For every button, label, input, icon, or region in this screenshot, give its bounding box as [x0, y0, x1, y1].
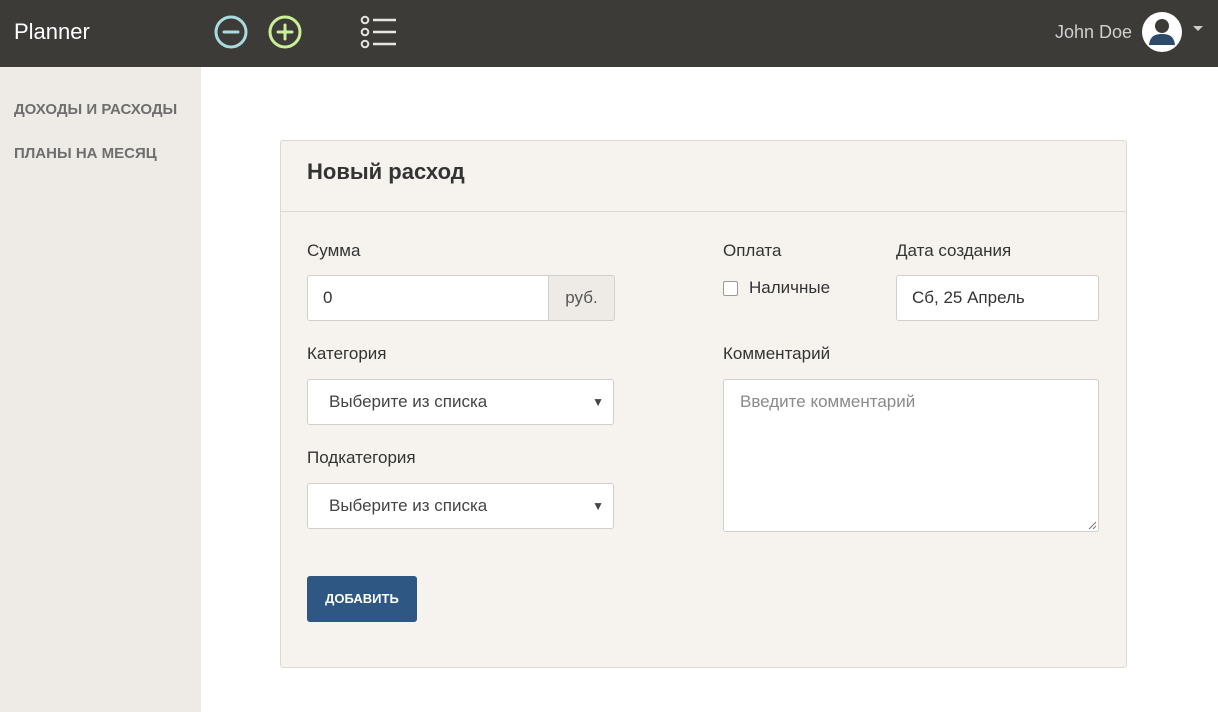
avatar[interactable] — [1142, 12, 1182, 52]
payment-label: Оплата — [723, 241, 782, 260]
chevron-down-icon[interactable] — [1192, 25, 1204, 33]
list-icon[interactable] — [360, 15, 398, 49]
sidebar: ДОХОДЫ И РАСХОДЫ ПЛАНЫ НА МЕСЯЦ — [0, 67, 201, 712]
subcategory-label: Подкатегория — [307, 448, 416, 467]
comment-label: Комментарий — [723, 344, 831, 363]
dropdown-arrow-icon: ▼ — [592, 499, 604, 513]
category-select[interactable]: Выберите из списка ▼ — [307, 379, 614, 425]
user-icon — [1149, 19, 1175, 45]
subcategory-select-value: Выберите из списка — [329, 496, 488, 515]
add-button[interactable]: ДОБАВИТЬ — [307, 576, 417, 622]
date-label: Дата создания — [896, 241, 1012, 260]
cash-checkbox[interactable] — [723, 281, 738, 296]
date-input[interactable] — [896, 275, 1099, 321]
top-navbar: Planner John Doe — [0, 0, 1218, 67]
page-title: Новый расход — [307, 159, 465, 184]
minus-circle-icon[interactable] — [214, 15, 248, 49]
resize-handle-icon[interactable] — [1087, 520, 1097, 530]
currency-addon: руб. — [548, 275, 615, 321]
user-menu[interactable]: John Doe — [1055, 11, 1203, 53]
comment-textarea[interactable]: Введите комментарий — [723, 379, 1099, 532]
cash-checkbox-label[interactable]: Наличные — [749, 278, 830, 298]
user-name[interactable]: John Doe — [1055, 22, 1132, 43]
divider — [281, 211, 1126, 212]
dropdown-arrow-icon: ▼ — [592, 395, 604, 409]
amount-input[interactable] — [307, 275, 549, 321]
sidebar-item-monthly-plans[interactable]: ПЛАНЫ НА МЕСЯЦ — [14, 145, 157, 162]
plus-circle-icon[interactable] — [268, 15, 302, 49]
category-select-value: Выберите из списка — [329, 392, 488, 411]
category-label: Категория — [307, 344, 387, 363]
sidebar-item-income-expenses[interactable]: ДОХОДЫ И РАСХОДЫ — [14, 101, 177, 118]
app-title[interactable]: Planner — [14, 19, 90, 45]
amount-label: Сумма — [307, 241, 361, 260]
subcategory-select[interactable]: Выберите из списка ▼ — [307, 483, 614, 529]
comment-placeholder: Введите комментарий — [740, 392, 916, 411]
expense-form-panel: Новый расход Сумма руб. Категория Выбери… — [280, 140, 1127, 668]
